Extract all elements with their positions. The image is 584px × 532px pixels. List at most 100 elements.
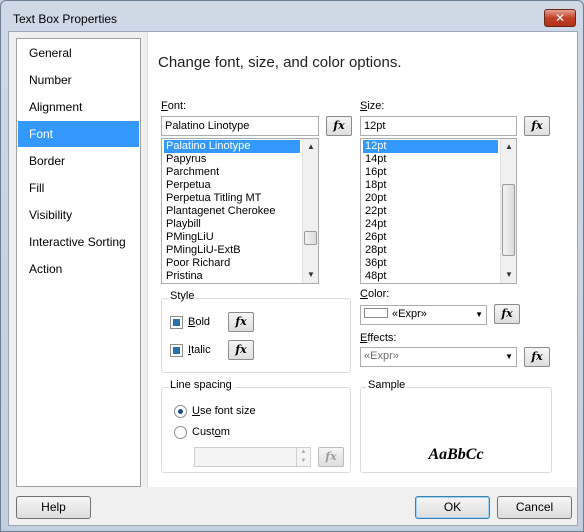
- italic-label[interactable]: Italic: [188, 344, 211, 356]
- size-option[interactable]: 20pt: [363, 192, 386, 205]
- window-title: Text Box Properties: [13, 12, 118, 26]
- radio-dot-icon: [178, 409, 183, 414]
- font-option[interactable]: Perpetua: [164, 179, 211, 192]
- custom-spacing-expression-button[interactable]: fx: [318, 447, 344, 467]
- italic-checkbox[interactable]: [170, 344, 183, 357]
- font-list-scrollbar[interactable]: ▲ ▼: [302, 139, 318, 283]
- color-expression-button[interactable]: fx: [494, 304, 520, 324]
- bold-label-rest: old: [195, 316, 211, 328]
- cancel-button[interactable]: Cancel: [497, 496, 572, 519]
- size-option[interactable]: 14pt: [363, 153, 386, 166]
- close-button[interactable]: ✕: [544, 9, 576, 27]
- font-option[interactable]: Pristina: [164, 270, 203, 283]
- sidebar-item-border[interactable]: Border: [18, 148, 139, 174]
- use-font-size-label[interactable]: Use font size: [192, 405, 256, 417]
- size-list[interactable]: 12pt 14pt 16pt 18pt 20pt 22pt 24pt 26pt …: [360, 138, 517, 284]
- size-option[interactable]: 26pt: [363, 231, 386, 244]
- style-group: [161, 298, 351, 373]
- font-option[interactable]: Playbill: [164, 218, 201, 231]
- checkmark-icon: [173, 347, 180, 354]
- font-label-accel: F: [161, 100, 168, 112]
- scroll-up-arrow-icon[interactable]: ▲: [501, 139, 516, 155]
- sidebar-item-alignment[interactable]: Alignment: [18, 94, 139, 120]
- custom-line-spacing-input[interactable]: [194, 447, 311, 467]
- line-spacing-group-title: Line spacing: [168, 379, 234, 391]
- color-label: Color:: [360, 288, 389, 300]
- sample-preview-text: AaBbCc: [428, 446, 484, 463]
- size-list-scrollbar[interactable]: ▲ ▼: [500, 139, 516, 283]
- color-label-rest: olor:: [367, 288, 390, 300]
- font-list[interactable]: Palatino Linotype Papyrus Parchment Perp…: [161, 138, 319, 284]
- scroll-thumb[interactable]: [304, 231, 317, 245]
- size-option[interactable]: 36pt: [363, 257, 386, 270]
- bold-label[interactable]: Bold: [188, 316, 210, 328]
- size-expression-button[interactable]: fx: [524, 116, 550, 136]
- font-name-input[interactable]: Palatino Linotype: [161, 116, 319, 136]
- size-option[interactable]: 22pt: [363, 205, 386, 218]
- custom-label-pre: Cust: [192, 426, 215, 438]
- sidebar-item-visibility[interactable]: Visibility: [18, 202, 139, 228]
- effects-label: Effects:: [360, 332, 397, 344]
- size-option[interactable]: 16pt: [363, 166, 386, 179]
- font-expression-button[interactable]: fx: [326, 116, 352, 136]
- color-label-accel: C: [360, 288, 368, 300]
- effects-expression-button[interactable]: fx: [524, 347, 550, 367]
- use-font-size-accel: U: [192, 405, 200, 417]
- sidebar-item-general[interactable]: General: [18, 40, 139, 66]
- page-heading: Change font, size, and color options.: [158, 54, 402, 71]
- chevron-down-icon: ▼: [505, 352, 513, 361]
- spinner-arrows-icon[interactable]: ▲ ▼: [296, 448, 310, 466]
- font-option[interactable]: Papyrus: [164, 153, 206, 166]
- font-label: Font:: [161, 100, 186, 112]
- sidebar-item-interactive-sorting[interactable]: Interactive Sorting: [18, 229, 139, 255]
- custom-label[interactable]: Custom: [192, 426, 230, 438]
- color-dropdown[interactable]: «Expr» ▼: [360, 305, 487, 325]
- sidebar-item-font[interactable]: Font: [18, 121, 139, 147]
- use-font-size-rest: se font size: [199, 405, 256, 417]
- dialog-window: Text Box Properties ✕ General Number Ali…: [0, 0, 584, 532]
- color-swatch: [364, 308, 388, 318]
- font-size-input[interactable]: 12pt: [360, 116, 517, 136]
- help-button[interactable]: Help: [16, 496, 91, 519]
- effects-dropdown[interactable]: «Expr» ▼: [360, 347, 517, 367]
- scroll-down-arrow-icon[interactable]: ▼: [501, 267, 516, 283]
- font-option[interactable]: Parchment: [164, 166, 219, 179]
- size-option[interactable]: 48pt: [363, 270, 386, 283]
- font-option[interactable]: Poor Richard: [164, 257, 230, 270]
- category-sidebar: General Number Alignment Font Border Fil…: [16, 38, 141, 487]
- size-option[interactable]: 24pt: [363, 218, 386, 231]
- chevron-down-icon: ▼: [475, 310, 483, 319]
- checkmark-icon: [173, 319, 180, 326]
- bold-checkbox[interactable]: [170, 316, 183, 329]
- font-settings-panel: Change font, size, and color options. Fo…: [147, 32, 577, 487]
- effects-label-rest: ffects:: [367, 332, 397, 344]
- size-label-rest: ize:: [367, 100, 385, 112]
- color-value: «Expr»: [392, 308, 427, 320]
- bold-expression-button[interactable]: fx: [228, 312, 254, 332]
- italic-expression-button[interactable]: fx: [228, 340, 254, 360]
- italic-label-rest: talic: [191, 344, 211, 356]
- sidebar-item-fill[interactable]: Fill: [18, 175, 139, 201]
- font-option[interactable]: Palatino Linotype: [164, 140, 300, 153]
- sample-group-title: Sample: [366, 379, 408, 391]
- size-option[interactable]: 18pt: [363, 179, 386, 192]
- size-option[interactable]: 12pt: [363, 140, 498, 153]
- sidebar-item-action[interactable]: Action: [18, 256, 139, 282]
- custom-radio[interactable]: [174, 426, 187, 439]
- use-font-size-radio[interactable]: [174, 405, 187, 418]
- font-option[interactable]: PMingLiU-ExtB: [164, 244, 241, 257]
- dialog-client-area: General Number Alignment Font Border Fil…: [8, 31, 578, 526]
- ok-button[interactable]: OK: [415, 496, 490, 519]
- size-option[interactable]: 28pt: [363, 244, 386, 257]
- sidebar-item-number[interactable]: Number: [18, 67, 139, 93]
- font-option[interactable]: Plantagenet Cherokee: [164, 205, 275, 218]
- scroll-up-arrow-icon[interactable]: ▲: [303, 139, 318, 155]
- scroll-down-arrow-icon[interactable]: ▼: [303, 267, 318, 283]
- effects-value: «Expr»: [364, 350, 399, 362]
- scroll-thumb[interactable]: [502, 184, 515, 256]
- font-option[interactable]: Perpetua Titling MT: [164, 192, 261, 205]
- font-option[interactable]: PMingLiU: [164, 231, 214, 244]
- custom-label-rest: m: [220, 426, 230, 438]
- font-label-rest: ont:: [167, 100, 187, 112]
- size-label: Size:: [360, 100, 384, 112]
